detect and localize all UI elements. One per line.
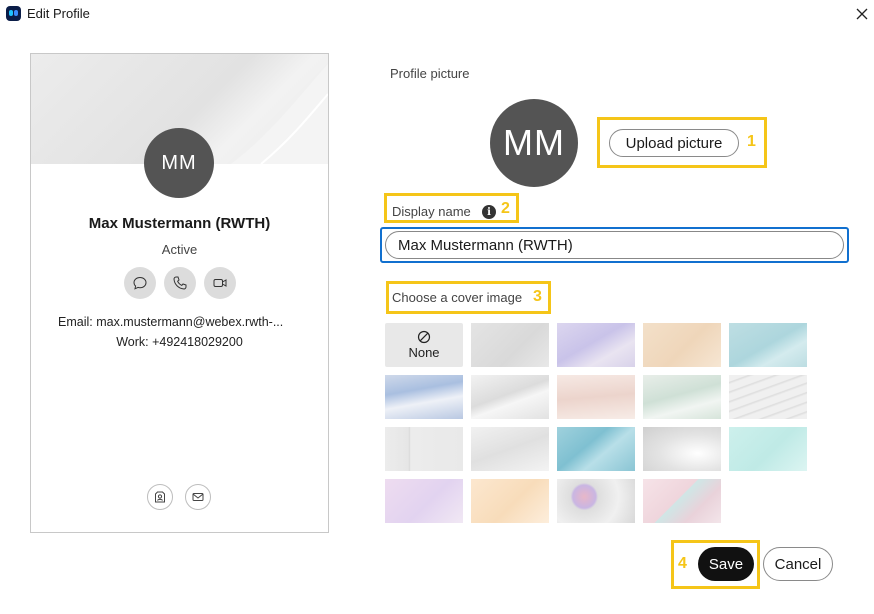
cover-option-aqua[interactable] <box>729 323 807 367</box>
info-icon[interactable]: i <box>482 205 496 219</box>
card-display-name: Max Mustermann (RWTH) <box>88 215 271 232</box>
title-bar: Edit Profile <box>0 0 874 28</box>
prohibited-icon <box>417 330 431 344</box>
cover-option-orb[interactable] <box>557 479 635 523</box>
chat-icon <box>133 276 147 290</box>
cover-option-light-apricot[interactable] <box>471 479 549 523</box>
cover-option-teal-curves[interactable] <box>557 427 635 471</box>
card-actions <box>124 267 236 299</box>
chat-button[interactable] <box>124 267 156 299</box>
cover-option-clouds[interactable] <box>385 375 463 419</box>
upload-picture-button[interactable]: Upload picture <box>609 129 739 157</box>
cover-option-mint-mist[interactable] <box>643 375 721 419</box>
cover-option-none[interactable]: None <box>385 323 463 367</box>
save-button[interactable]: Save <box>698 547 754 581</box>
cover-option-white-shapes[interactable] <box>643 427 721 471</box>
video-button[interactable] <box>204 267 236 299</box>
email-button[interactable] <box>185 484 211 510</box>
card-status: Active <box>161 242 198 257</box>
video-icon <box>213 279 227 287</box>
contact-card-icon <box>155 491 165 503</box>
card-email: Email: max.mustermann@webex.rwth-... <box>58 315 284 329</box>
profile-card-preview: MM Max Mustermann (RWTH) Active Email: m… <box>30 53 329 533</box>
cover-option-snow-texture[interactable] <box>471 427 549 471</box>
cancel-button[interactable]: Cancel <box>763 547 833 581</box>
profile-picture-label: Profile picture <box>390 66 470 81</box>
cover-option-blush-dunes[interactable] <box>557 375 635 419</box>
mail-icon <box>192 493 204 501</box>
display-name-input[interactable] <box>385 231 844 259</box>
callout-number-1: 1 <box>747 133 756 150</box>
cover-option-light-lilac[interactable] <box>385 479 463 523</box>
contact-card-button[interactable] <box>147 484 173 510</box>
callout-number-4: 4 <box>678 555 687 572</box>
cover-none-label: None <box>408 345 440 360</box>
cover-option-light-mint[interactable] <box>729 427 807 471</box>
cover-image-label: Choose a cover image <box>392 290 523 305</box>
cover-option-lavender[interactable] <box>557 323 635 367</box>
window-title: Edit Profile <box>27 6 90 21</box>
cover-option-white-wall[interactable] <box>385 427 463 471</box>
display-name-label: Display name <box>392 204 471 219</box>
cover-option-peach[interactable] <box>643 323 721 367</box>
close-icon <box>856 8 868 20</box>
callout-number-3: 3 <box>533 288 542 305</box>
cover-option-white-lines[interactable] <box>729 375 807 419</box>
close-button[interactable] <box>852 4 872 24</box>
cover-option-pink-geometry[interactable] <box>643 479 721 523</box>
webex-app-icon <box>6 6 21 21</box>
profile-avatar: MM <box>490 99 578 187</box>
phone-icon <box>173 276 187 290</box>
callout-number-2: 2 <box>501 200 510 217</box>
cover-image-grid: None <box>385 323 807 523</box>
card-avatar: MM <box>144 128 214 198</box>
call-button[interactable] <box>164 267 196 299</box>
cover-option-snow-mountain[interactable] <box>471 375 549 419</box>
card-bottom-actions <box>147 484 211 510</box>
display-name-field-focus-ring <box>380 227 849 263</box>
card-work-phone: Work: +492418029200 <box>116 335 243 349</box>
cover-option-grey-soft[interactable] <box>471 323 549 367</box>
